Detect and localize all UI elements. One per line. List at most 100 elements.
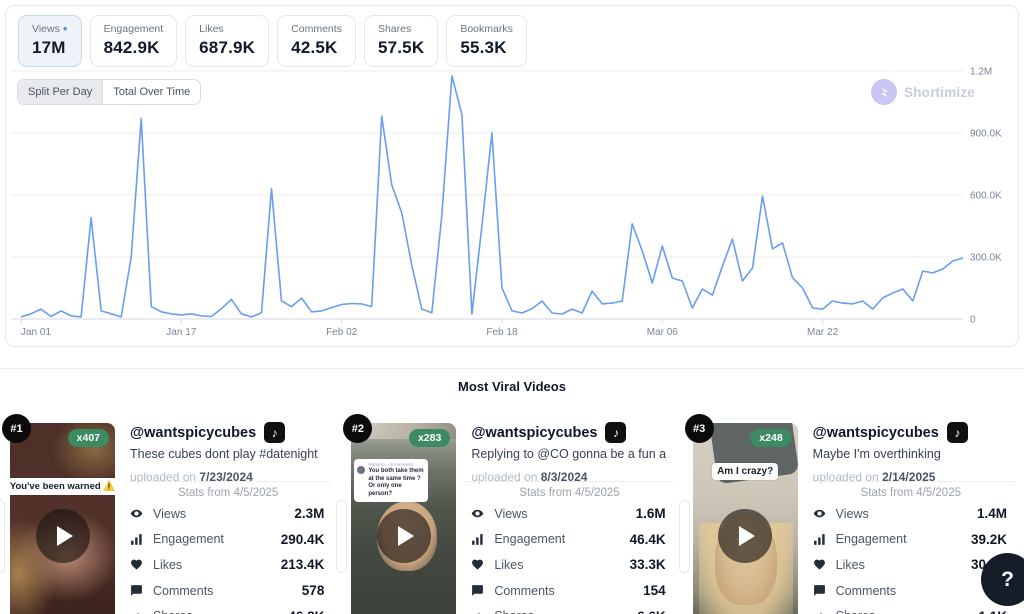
play-button[interactable]: [36, 509, 90, 563]
stat-row-engagement: Engagement 39.2K: [813, 527, 1007, 553]
multiplier-badge: x248: [750, 429, 791, 447]
multiplier-badge: x407: [68, 429, 109, 447]
multiplier-badge: x283: [409, 429, 450, 447]
username-link[interactable]: @wantspicycubes: [813, 425, 939, 441]
stat-row-engagement: Engagement 290.4K: [130, 527, 324, 553]
stats-divider: [125, 481, 331, 482]
video-card-3: #3 x248 Am I crazy? @wantspicycubes ♪ Ma…: [683, 414, 1024, 614]
comment-icon: [130, 584, 144, 598]
thumbnail-caption-overlay: You've been warned ⚠️: [10, 478, 115, 495]
chip-likes[interactable]: Likes 687.9K: [185, 15, 269, 67]
viral-section-title: Most Viral Videos: [0, 379, 1024, 394]
play-icon: [739, 526, 755, 546]
thumbnail-caption-overlay: Am I crazy?: [712, 463, 778, 480]
chip-engagement[interactable]: Engagement 842.9K: [90, 15, 178, 67]
active-dot-icon: ●: [63, 24, 68, 33]
video-card-1: #1 x407 You've been warned ⚠️ @wantspicy…: [0, 414, 341, 614]
chip-views-label: Views ●: [32, 23, 68, 35]
heart-icon: [471, 558, 485, 572]
watermark-label: Shortimize: [904, 85, 975, 100]
rank-badge: #3: [685, 414, 714, 443]
video-caption: Maybe I'm overthinking: [813, 447, 1007, 461]
chip-comments[interactable]: Comments 42.5K: [277, 15, 356, 67]
stat-row-views: Views 2.3M: [130, 501, 324, 527]
stat-row-comments: Comments 543: [813, 578, 1007, 604]
bar-chart-icon: [130, 532, 144, 546]
username-link[interactable]: @wantspicycubes: [471, 425, 597, 441]
rank-badge: #1: [2, 414, 31, 443]
share-icon: [471, 609, 485, 614]
tab-total-over-time[interactable]: Total Over Time: [102, 80, 200, 104]
stat-row-shares: Shares 6.6K: [471, 603, 665, 614]
shortimize-logo-icon: [871, 79, 897, 105]
carousel-card-edge: [0, 500, 5, 573]
metric-chips: Views ● 17M Engagement 842.9K Likes 687.…: [18, 15, 527, 67]
bar-chart-icon: [813, 532, 827, 546]
x-axis-label: Feb 18: [486, 327, 518, 338]
stats-from-label: Stats from 4/5/2025: [466, 487, 672, 499]
play-icon: [398, 526, 414, 546]
username-link[interactable]: @wantspicycubes: [130, 425, 256, 441]
video-caption: Replying to @CO gonna be a fun afternoo.…: [471, 447, 665, 461]
stat-row-comments: Comments 578: [130, 578, 324, 604]
play-icon: [57, 526, 73, 546]
reply-comment-overlay: Reply to ...'s comment You both take the…: [354, 459, 428, 502]
play-button[interactable]: [718, 509, 772, 563]
views-line-series: [21, 76, 963, 317]
video-thumbnail[interactable]: x283 Reply to ...'s comment You both tak…: [351, 423, 456, 614]
shortimize-watermark: Shortimize: [871, 79, 975, 105]
share-icon: [130, 609, 144, 614]
stat-row-views: Views 1.6M: [471, 501, 665, 527]
carousel-card-edge: [679, 500, 690, 573]
stat-row-engagement: Engagement 46.4K: [471, 527, 665, 553]
comment-icon: [471, 584, 485, 598]
chip-views-value: 17M: [32, 38, 68, 58]
stats-divider: [466, 481, 672, 482]
stat-row-views: Views 1.4M: [813, 501, 1007, 527]
stat-row-comments: Comments 154: [471, 578, 665, 604]
video-thumbnail[interactable]: x248 Am I crazy?: [693, 423, 798, 614]
eye-icon: [130, 507, 144, 521]
chart-mode-toggle: Split Per Day Total Over Time: [17, 79, 201, 105]
x-axis-label: Feb 02: [326, 327, 358, 338]
video-card-2: #2 x283 Reply to ...'s comment You both …: [341, 414, 682, 614]
share-icon: [813, 609, 827, 614]
y-axis-label: 300.0K: [970, 253, 1002, 264]
tiktok-icon: ♪: [605, 422, 626, 443]
carousel-card-edge: [336, 500, 347, 573]
x-axis-label: Mar 22: [807, 327, 839, 338]
chip-bookmarks[interactable]: Bookmarks 55.3K: [446, 15, 527, 67]
y-axis-label: 900.0K: [970, 129, 1002, 140]
tab-split-per-day[interactable]: Split Per Day: [18, 80, 102, 104]
bar-chart-icon: [471, 532, 485, 546]
comment-icon: [813, 584, 827, 598]
stat-rows: Views 2.3M Engagement 290.4K Likes 213.4…: [130, 501, 324, 614]
heart-icon: [130, 558, 144, 572]
chip-shares[interactable]: Shares 57.5K: [364, 15, 438, 67]
stats-from-label: Stats from 4/5/2025: [808, 487, 1014, 499]
stat-row-likes: Likes 213.4K: [130, 552, 324, 578]
y-axis-label: 0: [970, 315, 976, 326]
play-button[interactable]: [377, 509, 431, 563]
video-thumbnail[interactable]: x407 You've been warned ⚠️: [10, 423, 115, 614]
analytics-panel: Views ● 17M Engagement 842.9K Likes 687.…: [5, 5, 1019, 347]
chip-views[interactable]: Views ● 17M: [18, 15, 82, 67]
commenter-avatar: [357, 466, 365, 474]
tiktok-icon: ♪: [264, 422, 285, 443]
x-axis-label: Jan 01: [21, 327, 51, 338]
stat-row-shares: Shares 1.1K: [813, 603, 1007, 614]
stat-row-likes: Likes 30.4K: [813, 552, 1007, 578]
stats-divider: [808, 481, 1014, 482]
stat-row-likes: Likes 33.3K: [471, 552, 665, 578]
eye-icon: [813, 507, 827, 521]
video-caption: These cubes dont play #datenight: [130, 447, 324, 461]
x-axis-label: Mar 06: [647, 327, 679, 338]
stat-rows: Views 1.4M Engagement 39.2K Likes 30.4K …: [813, 501, 1007, 614]
stat-rows: Views 1.6M Engagement 46.4K Likes 33.3K …: [471, 501, 665, 614]
y-axis-label: 1.2M: [970, 67, 992, 78]
viral-video-cards: #1 x407 You've been warned ⚠️ @wantspicy…: [0, 414, 1024, 614]
eye-icon: [471, 507, 485, 521]
y-axis-label: 600.0K: [970, 191, 1002, 202]
x-axis-label: Jan 17: [166, 327, 196, 338]
heart-icon: [813, 558, 827, 572]
